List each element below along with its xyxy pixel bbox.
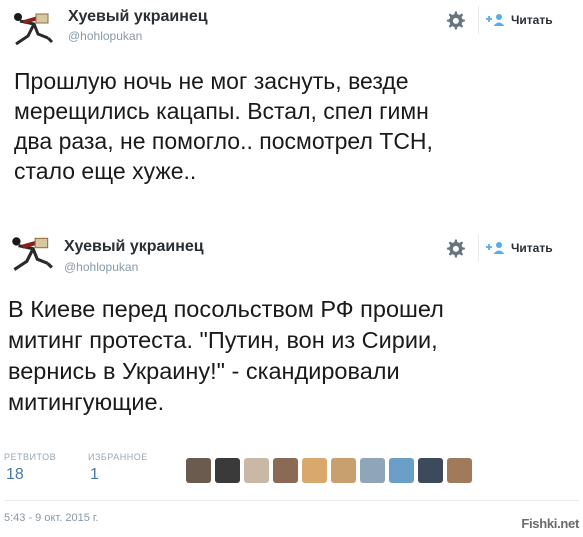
- tweet-text-line: мерещились кацапы. Встал, спел гимн: [14, 98, 429, 124]
- follow-label: Читать: [511, 13, 553, 27]
- favoriter-avatar[interactable]: [447, 458, 472, 483]
- tweet-timestamp[interactable]: 5:43 - 9 окт. 2015 г.: [4, 512, 99, 524]
- author-name[interactable]: Хуевый украинец: [68, 8, 208, 26]
- favoriter-avatars: [186, 458, 472, 483]
- tweet-text: Прошлую ночь не мог заснуть, везде мерещ…: [14, 66, 433, 186]
- tweet-text-line: два раза, не помогло.. посмотрел ТСН,: [14, 128, 433, 154]
- follow-button[interactable]: Читать: [478, 6, 559, 34]
- retweets-count[interactable]: 18: [6, 466, 24, 484]
- running-man-avatar[interactable]: [8, 8, 56, 52]
- follow-button[interactable]: Читать: [478, 234, 559, 262]
- favoriter-avatar[interactable]: [302, 458, 327, 483]
- tweet-text-line: митинг протеста. "Путин, вон из Сирии,: [8, 327, 438, 353]
- favoriter-avatar[interactable]: [215, 458, 240, 483]
- tweet-card: Хуевый украинец @hohlopukan Читать В Кие…: [0, 226, 583, 537]
- likes-count[interactable]: 1: [90, 466, 99, 484]
- add-user-icon: [486, 14, 505, 26]
- retweets-label: РЕТВИТОВ: [4, 452, 57, 462]
- favoriter-avatar[interactable]: [244, 458, 269, 483]
- favoriter-avatar[interactable]: [389, 458, 414, 483]
- favoriter-avatar[interactable]: [331, 458, 356, 483]
- tweet-text: В Киеве перед посольством РФ прошел мити…: [8, 294, 444, 418]
- gear-icon[interactable]: [446, 239, 466, 259]
- tweet-text-line: митингующие.: [8, 389, 165, 415]
- favoriter-avatar[interactable]: [360, 458, 385, 483]
- tweet-card: Хуевый украинец @hohlopukan Читать Прошл…: [0, 0, 583, 212]
- favoriter-avatar[interactable]: [186, 458, 211, 483]
- watermark: Fishki.net: [521, 516, 579, 531]
- tweet-text-line: Прошлую ночь не мог заснуть, везде: [14, 68, 409, 94]
- favoriter-avatar[interactable]: [418, 458, 443, 483]
- author-handle[interactable]: @hohlopukan: [64, 260, 138, 274]
- author-name[interactable]: Хуевый украинец: [64, 238, 204, 256]
- gear-icon[interactable]: [446, 11, 466, 31]
- favoriter-avatar[interactable]: [273, 458, 298, 483]
- tweet-text-line: вернись в Украину!" - скандировали: [8, 358, 400, 384]
- divider: [4, 500, 579, 501]
- tweet-text-line: В Киеве перед посольством РФ прошел: [8, 296, 444, 322]
- follow-label: Читать: [511, 241, 553, 255]
- likes-label: ИЗБРАННОЕ: [88, 452, 148, 462]
- running-man-avatar[interactable]: [6, 232, 56, 278]
- tweet-text-line: стало еще хуже..: [14, 158, 197, 184]
- add-user-icon: [486, 242, 505, 254]
- author-handle[interactable]: @hohlopukan: [68, 29, 142, 43]
